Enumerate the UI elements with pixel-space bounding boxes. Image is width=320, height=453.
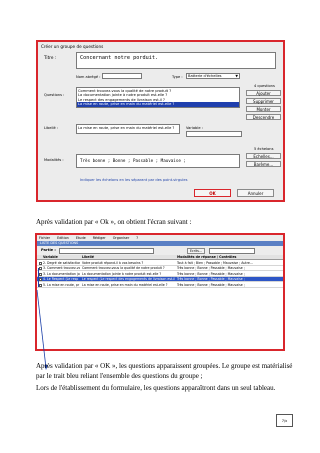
doc-paragraph-4: Lors de l'établissement du formulaire, l… bbox=[36, 384, 276, 392]
page-number-box: 7/x bbox=[276, 414, 293, 427]
doc-paragraph-3: par le trait bleu reliant l'ensemble des… bbox=[36, 372, 203, 380]
doc-paragraph-2: Après validation par « OK », les questio… bbox=[36, 362, 293, 370]
page-number: 7/x bbox=[281, 418, 288, 423]
